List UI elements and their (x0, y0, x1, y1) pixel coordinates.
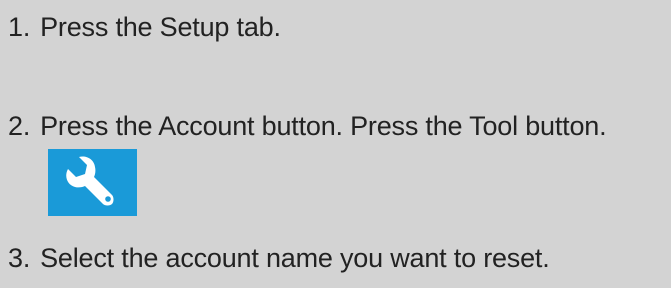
wrench-icon (48, 149, 137, 216)
step-number: 2. (8, 111, 31, 141)
step-number: 3. (8, 243, 31, 273)
wrench-glyph (65, 155, 113, 205)
step-text: Press the Setup tab. (40, 12, 281, 42)
step-text: Press the Account button. Press the Tool… (40, 111, 607, 141)
step-text: Select the account name you want to rese… (40, 243, 550, 273)
instruction-step-1: 1. Press the Setup tab. (8, 11, 281, 43)
instruction-step-2: 2. Press the Account button. Press the To… (8, 110, 607, 142)
instruction-step-3: 3. Select the account name you want to re… (8, 242, 550, 274)
step-number: 1. (8, 12, 31, 42)
